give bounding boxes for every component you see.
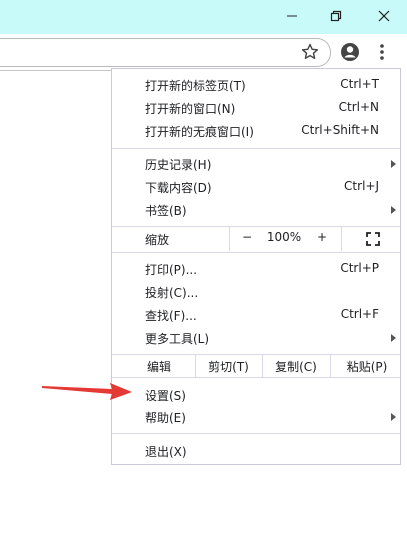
menu-item-new-tab[interactable]: 打开新的标签页(T) Ctrl+T <box>112 74 400 96</box>
zoom-divider <box>229 227 230 251</box>
menu-item-history[interactable]: 历史记录(H) <box>112 153 400 175</box>
browser-toolbar <box>0 34 407 70</box>
paste-button[interactable]: 粘贴(P) <box>334 355 400 377</box>
address-bar[interactable] <box>0 38 331 67</box>
menu-item-shortcut: Ctrl+T <box>340 77 379 91</box>
menu-item-label: 下载内容(D) <box>145 181 212 195</box>
menu-item-label: 帮助(E) <box>145 411 186 425</box>
menu-item-label: 打印(P)... <box>145 263 198 277</box>
menu-item-cast[interactable]: 投射(C)... <box>112 281 400 303</box>
menu-item-settings[interactable]: 设置(S) <box>112 384 400 406</box>
kebab-icon[interactable] <box>372 41 392 63</box>
menu-item-shortcut: Ctrl+J <box>344 179 379 193</box>
star-icon[interactable] <box>300 42 320 62</box>
menu-item-new-incognito[interactable]: 打开新的无痕窗口(I) Ctrl+Shift+N <box>112 120 400 142</box>
restore-icon <box>330 10 342 22</box>
menu-item-label: 退出(X) <box>145 445 187 459</box>
fullscreen-icon[interactable] <box>366 232 380 246</box>
red-arrow-icon <box>42 383 132 400</box>
zoom-row: 缩放 − 100% + <box>112 227 400 251</box>
zoom-in-button[interactable]: + <box>312 230 332 244</box>
cut-button[interactable]: 剪切(T) <box>196 355 261 377</box>
menu-item-label: 投射(C)... <box>145 286 199 300</box>
menu-item-label: 历史记录(H) <box>145 158 212 172</box>
menu-item-exit[interactable]: 退出(X) <box>112 440 400 462</box>
submenu-arrow-icon <box>391 206 396 214</box>
submenu-arrow-icon <box>391 413 396 421</box>
menu-separator <box>112 252 400 253</box>
chrome-main-menu: 打开新的标签页(T) Ctrl+T 打开新的窗口(N) Ctrl+N 打开新的无… <box>111 68 401 465</box>
title-bar <box>0 0 407 34</box>
menu-item-label: 打开新的窗口(N) <box>145 102 236 116</box>
minimize-button[interactable] <box>270 0 314 32</box>
menu-item-print[interactable]: 打印(P)... Ctrl+P <box>112 258 400 280</box>
menu-item-label: 查找(F)... <box>145 309 197 323</box>
menu-item-shortcut: Ctrl+P <box>340 261 379 275</box>
menu-separator <box>112 377 400 378</box>
menu-item-label: 设置(S) <box>145 389 186 403</box>
copy-button[interactable]: 复制(C) <box>263 355 329 377</box>
submenu-arrow-icon <box>391 334 396 342</box>
menu-item-help[interactable]: 帮助(E) <box>112 406 400 428</box>
edit-label: 编辑 <box>146 359 171 374</box>
zoom-label: 缩放 <box>145 233 170 247</box>
toolbar-divider <box>0 70 112 71</box>
menu-item-bookmarks[interactable]: 书签(B) <box>112 199 400 221</box>
close-button[interactable] <box>360 0 407 32</box>
close-icon <box>378 10 389 22</box>
zoom-value: 100% <box>266 230 302 244</box>
menu-item-shortcut: Ctrl+Shift+N <box>301 123 379 137</box>
submenu-arrow-icon <box>391 160 396 168</box>
zoom-out-button[interactable]: − <box>237 230 257 244</box>
minimize-icon <box>287 15 297 17</box>
menu-item-shortcut: Ctrl+F <box>340 307 379 321</box>
menu-item-label: 打开新的标签页(T) <box>145 79 246 93</box>
menu-item-label: 更多工具(L) <box>145 332 210 346</box>
zoom-divider <box>341 227 342 251</box>
edit-divider <box>330 355 331 377</box>
menu-item-more-tools[interactable]: 更多工具(L) <box>112 327 400 349</box>
menu-item-new-window[interactable]: 打开新的窗口(N) Ctrl+N <box>112 97 400 119</box>
menu-separator <box>112 148 400 149</box>
menu-item-find[interactable]: 查找(F)... Ctrl+F <box>112 304 400 326</box>
menu-separator <box>112 433 400 434</box>
menu-item-label: 打开新的无痕窗口(I) <box>145 125 254 139</box>
menu-item-label: 书签(B) <box>145 204 187 218</box>
menu-item-shortcut: Ctrl+N <box>338 100 379 114</box>
avatar-icon[interactable] <box>340 42 360 62</box>
edit-row: 编辑 剪切(T) 复制(C) 粘贴(P) <box>112 355 400 377</box>
menu-item-downloads[interactable]: 下载内容(D) Ctrl+J <box>112 176 400 198</box>
restore-button[interactable] <box>314 0 358 32</box>
